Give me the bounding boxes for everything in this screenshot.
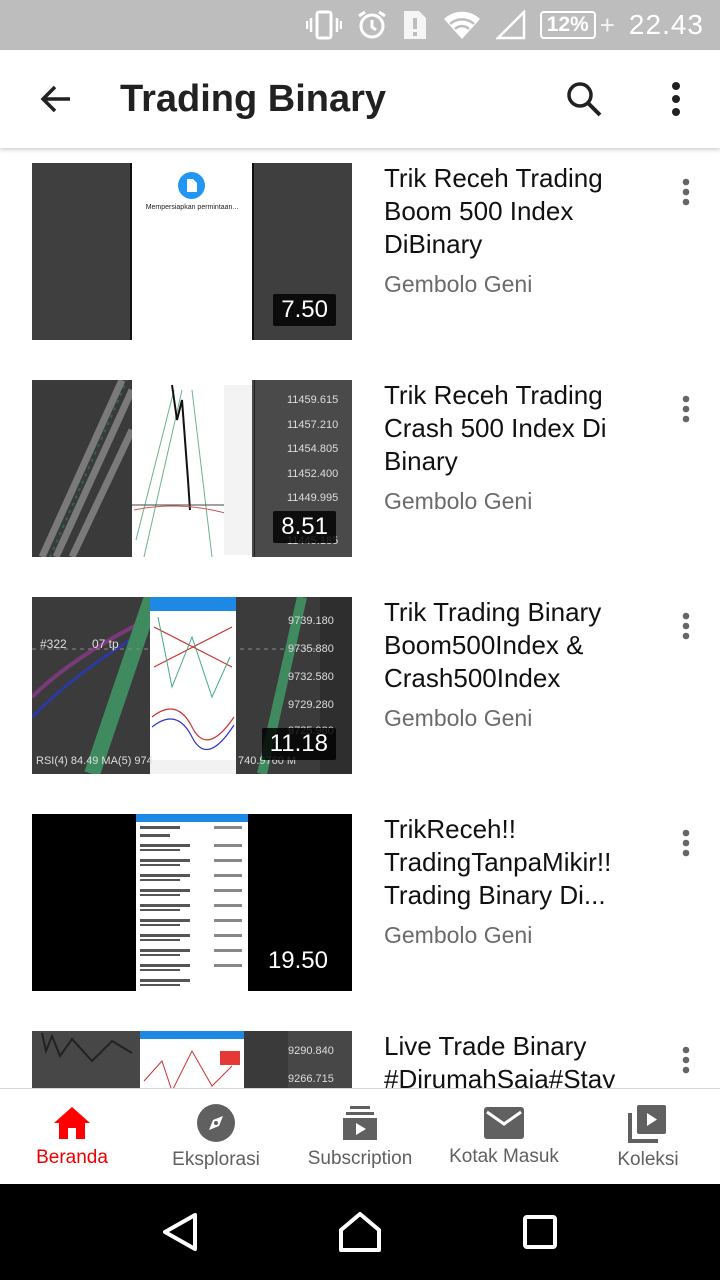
nav-label: Beranda	[36, 1146, 108, 1168]
video-item[interactable]: 11459.615 11457.210 11454.805 11452.400 …	[0, 365, 720, 565]
video-menu-button[interactable]	[672, 606, 700, 646]
chart-price-scale: 9739.180 9735.880 9732.580 9729.280 9725…	[288, 615, 334, 737]
video-menu-button[interactable]	[672, 823, 700, 863]
document-icon	[178, 172, 205, 199]
more-vert-icon	[682, 612, 690, 640]
video-menu-button[interactable]	[672, 1040, 700, 1080]
more-vert-icon	[672, 82, 680, 116]
video-thumbnail[interactable]: 19.50	[32, 814, 352, 991]
video-meta: TrikReceh!! TradingTanpaMikir!! Trading …	[384, 813, 654, 949]
video-menu-button[interactable]	[672, 389, 700, 429]
status-bar: 12% + 22.43	[0, 0, 720, 50]
channel-name[interactable]: Gembolo Geni	[384, 705, 654, 732]
video-item[interactable]: 19.50 TrikReceh!! TradingTanpaMikir!! Tr…	[0, 799, 720, 999]
page-title: Trading Binary	[120, 77, 387, 120]
thumbnail-caption: Mempersiapkan permintaan...	[145, 204, 239, 211]
video-meta: Trik Receh Trading Crash 500 Index Di Bi…	[384, 379, 654, 515]
channel-name[interactable]: Gembolo Geni	[384, 922, 654, 949]
more-vert-icon	[682, 1046, 690, 1074]
battery-icon: 12%	[539, 11, 596, 39]
nav-subscription[interactable]: Subscription	[288, 1089, 432, 1184]
video-thumbnail[interactable]: 11459.615 11457.210 11454.805 11452.400 …	[32, 380, 352, 557]
compass-icon	[197, 1103, 235, 1142]
nav-beranda[interactable]: Beranda	[0, 1089, 144, 1184]
nav-label: Eksplorasi	[172, 1148, 260, 1170]
chart-label-left: #322	[40, 637, 67, 651]
nav-label: Subscription	[307, 1147, 413, 1169]
signal-icon	[495, 10, 526, 40]
wifi-icon	[442, 10, 482, 40]
battery-level: 12%	[546, 13, 589, 36]
video-thumbnail[interactable]: Mempersiapkan permintaan... 7.50	[32, 163, 352, 340]
sim-icon	[402, 9, 428, 41]
chart-indicator-label: RSI(4) 84.49 MA(5) 974	[36, 755, 153, 767]
mail-icon	[484, 1106, 524, 1139]
video-title[interactable]: Live Trade Binary #DirumahSaja#Stay	[384, 1030, 654, 1088]
back-arrow-icon	[40, 85, 70, 113]
nav-label: Kotak Masuk	[449, 1145, 559, 1167]
chart-price-scale: 9290.840 9266.715	[288, 1045, 334, 1085]
channel-name[interactable]: Gembolo Geni	[384, 488, 654, 515]
vibrate-icon	[305, 10, 342, 40]
video-title[interactable]: Trik Trading Binary Boom500Index & Crash…	[384, 596, 654, 695]
status-clock: 22.43	[628, 9, 704, 40]
video-thumbnail[interactable]: 9290.840 9266.715	[32, 1031, 352, 1088]
thumbnail-screen: Mempersiapkan permintaan...	[132, 163, 252, 340]
triangle-back-icon	[163, 1213, 197, 1251]
search-button[interactable]	[556, 71, 612, 127]
video-title[interactable]: Trik Receh Trading Crash 500 Index Di Bi…	[384, 379, 654, 478]
video-list: Mempersiapkan permintaan... 7.50 Trik Re…	[0, 148, 720, 1088]
library-icon	[628, 1104, 666, 1143]
charging-plus-icon: +	[599, 9, 615, 40]
duration-badge: 19.50	[259, 945, 336, 977]
subscriptions-icon	[343, 1105, 377, 1140]
video-title[interactable]: TrikReceh!! TradingTanpaMikir!! Trading …	[384, 813, 654, 912]
search-icon	[567, 82, 602, 117]
app-bar: Trading Binary	[0, 50, 720, 148]
channel-name[interactable]: Gembolo Geni	[384, 271, 654, 298]
alarm-icon	[356, 10, 388, 40]
duration-badge: 7.50	[273, 294, 336, 326]
video-menu-button[interactable]	[672, 172, 700, 212]
back-button[interactable]	[28, 71, 84, 127]
video-item[interactable]: 9290.840 9266.715 Live Trade Binary #Dir…	[0, 1016, 720, 1088]
system-home-button[interactable]	[335, 1207, 385, 1257]
video-meta: Trik Trading Binary Boom500Index & Crash…	[384, 596, 654, 732]
video-thumbnail[interactable]: #322 07 tp 9739.180 9735.880 9732.580 97…	[32, 597, 352, 774]
chart-label-mid: 07 tp	[92, 637, 119, 651]
more-vert-icon	[682, 829, 690, 857]
system-navigation-bar	[0, 1184, 720, 1280]
system-recents-button[interactable]	[515, 1207, 565, 1257]
duration-badge: 8.51	[273, 511, 336, 543]
more-vert-icon	[682, 178, 690, 206]
video-meta: Trik Receh Trading Boom 500 Index DiBina…	[384, 162, 654, 298]
video-item[interactable]: #322 07 tp 9739.180 9735.880 9732.580 97…	[0, 582, 720, 782]
more-vert-icon	[682, 395, 690, 423]
video-item[interactable]: Mempersiapkan permintaan... 7.50 Trik Re…	[0, 148, 720, 348]
nav-kotak-masuk[interactable]: Kotak Masuk	[432, 1089, 576, 1184]
nav-eksplorasi[interactable]: Eksplorasi	[144, 1089, 288, 1184]
square-recents-icon	[523, 1215, 557, 1249]
bottom-navigation: Beranda Eksplorasi Subscription Kotak Ma…	[0, 1088, 720, 1184]
more-options-button[interactable]	[648, 71, 704, 127]
nav-koleksi[interactable]: Koleksi	[576, 1089, 720, 1184]
video-meta: Live Trade Binary #DirumahSaja#Stay	[384, 1030, 654, 1088]
house-outline-icon	[339, 1212, 381, 1252]
nav-label: Koleksi	[617, 1148, 679, 1170]
duration-badge: 11.18	[261, 728, 336, 760]
home-icon	[54, 1106, 90, 1139]
video-title[interactable]: Trik Receh Trading Boom 500 Index DiBina…	[384, 162, 654, 261]
system-back-button[interactable]	[155, 1207, 205, 1257]
